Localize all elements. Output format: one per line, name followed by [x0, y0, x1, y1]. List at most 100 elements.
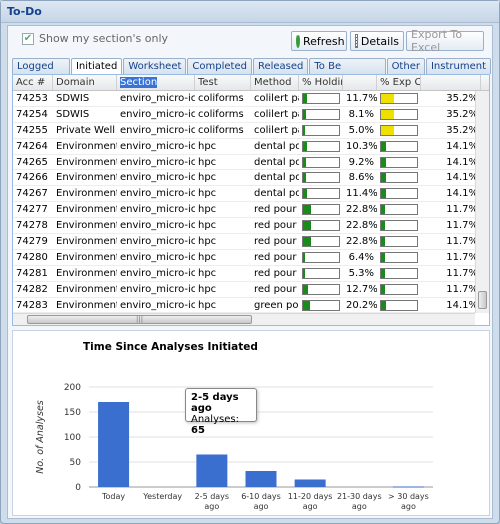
vertical-scroll-thumb[interactable]: [478, 291, 487, 309]
x-tick-label: ago: [352, 502, 367, 511]
cell-section: enviro_micro-ic: [120, 156, 195, 168]
cell-domain: Private Well: [56, 124, 116, 136]
x-tick-label: ago: [401, 502, 416, 511]
holding-progress-bar-cell: [299, 91, 343, 106]
cell-method: red pour p: [254, 267, 299, 279]
exp-completion-progress-bar: [380, 188, 418, 200]
cell-test: hpc: [198, 220, 217, 232]
cell-holding-used: 5.3%: [348, 267, 374, 279]
tooltip-body: Analyses: 65: [191, 414, 251, 436]
exp-completion-progress-bar: [380, 220, 418, 232]
table-row[interactable]: 74283 Environmentalenviro_micro-ichpc gree…: [13, 298, 489, 314]
holding-progress-bar: [302, 140, 340, 152]
table-row[interactable]: 74266 Environmentalenviro_micro-ichpc dent…: [13, 170, 489, 187]
tab-worksheet[interactable]: Worksheet: [123, 58, 187, 74]
x-tick-label: 6-10 days: [241, 492, 281, 501]
cell-method: green pou: [254, 299, 299, 311]
exp-completion-progress-bar: [380, 156, 418, 168]
cell-holding-used: 8.1%: [348, 108, 374, 120]
cell-acc: 74279: [16, 236, 48, 248]
column-header[interactable]: [343, 75, 377, 90]
exp-completion-progress-bar: [380, 283, 418, 295]
cell-domain: Environmental: [56, 188, 117, 200]
cell-exp-completion: 14.1%: [446, 188, 478, 200]
column-header[interactable]: Section: [117, 75, 195, 90]
table-row[interactable]: 74277 Environmentalenviro_micro-ichpc red …: [13, 202, 489, 219]
cell-domain: Environmental: [56, 236, 117, 248]
column-header[interactable]: % Holding Used: [299, 75, 343, 90]
column-header[interactable]: [421, 75, 481, 90]
cell-test: hpc: [198, 156, 217, 168]
holding-progress-bar-cell: [299, 155, 343, 170]
table-row[interactable]: 74280 Environmentalenviro_micro-ichpc red …: [13, 250, 489, 266]
chart-panel: Time Since Analyses Initiated 0 50 100 150 2…: [12, 330, 490, 516]
holding-progress-bar: [302, 172, 340, 184]
bar: [392, 486, 424, 488]
bar: [196, 454, 228, 487]
holding-progress-bar: [302, 204, 340, 216]
details-button[interactable]: Details: [350, 31, 404, 51]
table-row[interactable]: 74281 Environmentalenviro_micro-ichpc red …: [13, 266, 489, 282]
table-row[interactable]: 74279 Environmentalenviro_micro-ichpc red …: [13, 234, 489, 250]
holding-progress-bar: [302, 108, 340, 120]
table-row[interactable]: 74278 Environmentalenviro_micro-ichpc red …: [13, 218, 489, 235]
tab-instrument[interactable]: Instrument: [425, 58, 491, 74]
checkbox-checked-icon[interactable]: ✔: [22, 32, 34, 45]
holding-progress-bar: [302, 299, 340, 311]
cell-method: red pour p: [254, 283, 299, 295]
cell-acc: 74266: [16, 172, 48, 184]
table-row[interactable]: 74264 Environmentalenviro_micro-ichpc dent…: [13, 139, 489, 155]
holding-progress-bar-cell: [299, 139, 343, 154]
cell-acc: 74254: [16, 108, 48, 120]
tab-other[interactable]: Other: [386, 58, 425, 74]
holding-progress-bar-cell: [299, 282, 343, 297]
tab-released[interactable]: Released: [252, 58, 309, 74]
exp-completion-progress-bar: [380, 299, 418, 311]
holding-progress-bar-cell: [299, 107, 343, 122]
cell-domain: SDWIS: [56, 108, 90, 120]
table-row[interactable]: 74282 Environmentalenviro_micro-ichpc red …: [13, 282, 489, 298]
tooltip-value: 65: [191, 425, 205, 436]
table-row[interactable]: 74265 Environmentalenviro_micro-ichpc dent…: [13, 155, 489, 171]
exp-completion-progress-bar: [380, 124, 418, 136]
column-header[interactable]: Method: [251, 75, 299, 90]
y-tick-label: 100: [64, 433, 81, 443]
cell-domain: Environmental: [56, 156, 117, 168]
column-header[interactable]: Domain: [53, 75, 117, 90]
tab-to-be-verified[interactable]: To Be Verified: [309, 58, 386, 87]
column-header[interactable]: Acc #: [13, 75, 53, 90]
table-row[interactable]: 74254 SDWIS enviro_micro-ic coliforms colile…: [13, 107, 489, 123]
cell-section: enviro_micro-ic: [120, 267, 195, 279]
table-row[interactable]: 74253 SDWIS enviro_micro-ic coliforms colile…: [13, 91, 489, 107]
cell-test: hpc: [198, 299, 217, 311]
cell-test: hpc: [198, 251, 217, 263]
tab-completed[interactable]: Completed: [187, 58, 252, 74]
export-to-excel-button[interactable]: Export To Excel: [406, 28, 484, 54]
column-header-label: Test: [198, 77, 218, 88]
table-row[interactable]: 74267 Environmentalenviro_micro-ichpc dent…: [13, 186, 489, 203]
cell-domain: Environmental: [56, 283, 117, 295]
table-row[interactable]: 74255 Private Well enviro_micro-ic coliform…: [13, 123, 489, 139]
bar: [98, 402, 130, 487]
cell-test: hpc: [198, 236, 217, 248]
column-header[interactable]: % Exp Completion: [377, 75, 421, 90]
exp-completion-progress-bar-cell: [377, 298, 421, 313]
column-header[interactable]: Test: [195, 75, 251, 90]
horizontal-scroll-thumb[interactable]: [27, 315, 252, 324]
tab-initiated[interactable]: Initiated: [70, 58, 123, 74]
vertical-scrollbar[interactable]: [475, 91, 489, 313]
show-my-section-toggle[interactable]: ✔ Show my section's only: [22, 32, 168, 45]
x-tick-label: 2-5 days: [195, 492, 230, 501]
holding-progress-bar-cell: [299, 266, 343, 281]
chart-tooltip: 2-5 days ago Analyses: 65: [185, 388, 257, 436]
horizontal-scrollbar[interactable]: [13, 313, 475, 325]
x-tick-label: Yesterday: [142, 492, 182, 501]
x-tick-label: 11-20 days: [288, 492, 333, 501]
tab-logged-in[interactable]: Logged In: [12, 58, 70, 87]
exp-completion-progress-bar-cell: [377, 202, 421, 217]
holding-progress-bar-cell: [299, 218, 343, 233]
holding-progress-bar: [302, 283, 340, 295]
cell-method: colilert pa: [254, 93, 299, 104]
cell-exp-completion: 14.1%: [446, 156, 478, 168]
refresh-button[interactable]: Refresh: [291, 31, 347, 51]
